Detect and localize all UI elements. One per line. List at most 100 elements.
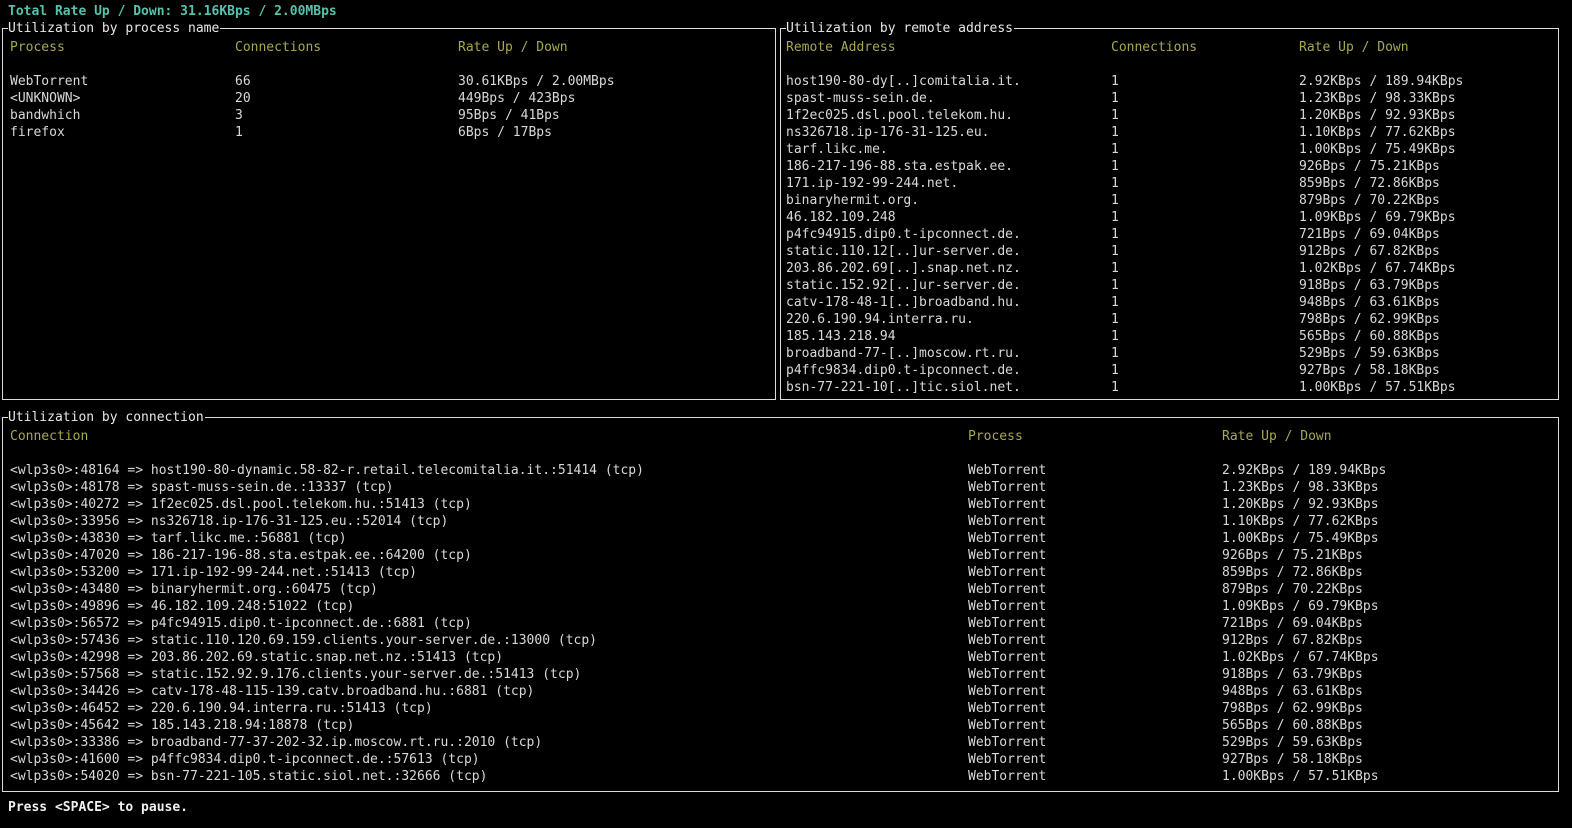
column-header-rate: Rate Up / Down: [458, 40, 568, 55]
cell-connection: <wlp3s0>:48178 => spast-muss-sein.de.:13…: [10, 480, 394, 495]
connection-table-row: <wlp3s0>:57568 => static.152.92.9.176.cl…: [3, 666, 1558, 683]
remote-address-table-row: catv-178-48-1[..]broadband.hu. 1 948Bps …: [781, 294, 1558, 311]
cell-rate-up-down: 721Bps / 69.04KBps: [1222, 616, 1363, 631]
remote-address-table-row: static.152.92[..]ur-server.de. 1 918Bps …: [781, 277, 1558, 294]
cell-rate-up-down: 1.20KBps / 92.93KBps: [1222, 497, 1379, 512]
cell-connections: 20: [235, 91, 251, 106]
cell-connections: 1: [1111, 363, 1119, 378]
cell-connections: 1: [1111, 295, 1119, 310]
connection-table-row: <wlp3s0>:45642 => 185.143.218.94:18878 (…: [3, 717, 1558, 734]
cell-rate-up-down: 721Bps / 69.04KBps: [1299, 227, 1440, 242]
cell-connection: <wlp3s0>:57568 => static.152.92.9.176.cl…: [10, 667, 582, 682]
cell-rate-up-down: 1.10KBps / 77.62KBps: [1299, 125, 1456, 140]
remote-address-table-row: broadband-77-[..]moscow.rt.ru. 1 529Bps …: [781, 345, 1558, 362]
connection-table-header: Connection Process Rate Up / Down: [3, 428, 1558, 445]
cell-connection: <wlp3s0>:54020 => bsn-77-221-105.static.…: [10, 769, 488, 784]
cell-connections: 1: [1111, 329, 1119, 344]
cell-rate-up-down: 1.02KBps / 67.74KBps: [1299, 261, 1456, 276]
process-table: Process Connections Rate Up / Down WebTo…: [3, 29, 775, 141]
remote-address-table-row: 185.143.218.94 1 565Bps / 60.88KBps: [781, 328, 1558, 345]
process-table-row: bandwhich 3 95Bps / 41Bps: [3, 107, 775, 124]
connection-panel: Utilization by connection Connection Pro…: [2, 410, 1559, 792]
cell-rate-up-down: 529Bps / 59.63KBps: [1299, 346, 1440, 361]
cell-process-name: WebTorrent: [968, 514, 1047, 529]
remote-address-table-row: spast-muss-sein.de. 1 1.23KBps / 98.33KB…: [781, 90, 1558, 107]
cell-remote-address: tarf.likc.me.: [786, 142, 888, 157]
cell-process-name: WebTorrent: [968, 531, 1047, 546]
cell-rate-up-down: 565Bps / 60.88KBps: [1299, 329, 1440, 344]
cell-rate-up-down: 2.92KBps / 189.94KBps: [1222, 463, 1387, 478]
total-rate-line: Total Rate Up / Down: 31.16KBps / 2.00MB…: [8, 4, 337, 19]
process-table-row: <UNKNOWN> 20 449Bps / 423Bps: [3, 90, 775, 107]
column-header-rate: Rate Up / Down: [1222, 429, 1332, 444]
cell-rate-up-down: 798Bps / 62.99KBps: [1299, 312, 1440, 327]
spacer-row: [781, 56, 1558, 73]
connection-table-row: <wlp3s0>:40272 => 1f2ec025.dsl.pool.tele…: [3, 496, 1558, 513]
cell-rate-up-down: 879Bps / 70.22KBps: [1222, 582, 1363, 597]
cell-rate-up-down: 859Bps / 72.86KBps: [1299, 176, 1440, 191]
cell-connection: <wlp3s0>:34426 => catv-178-48-115-139.ca…: [10, 684, 535, 699]
cell-connection: <wlp3s0>:42998 => 203.86.202.69.static.s…: [10, 650, 504, 665]
cell-rate-up-down: 918Bps / 63.79KBps: [1299, 278, 1440, 293]
column-header-process: Process: [968, 429, 1023, 444]
cell-remote-address: 186-217-196-88.sta.estpak.ee.: [786, 159, 1013, 174]
cell-rate-up-down: 529Bps / 59.63KBps: [1222, 735, 1363, 750]
cell-connections: 1: [235, 125, 243, 140]
cell-process-name: WebTorrent: [968, 480, 1047, 495]
connection-table-row: <wlp3s0>:47020 => 186-217-196-88.sta.est…: [3, 547, 1558, 564]
connection-table-row: <wlp3s0>:46452 => 220.6.190.94.interra.r…: [3, 700, 1558, 717]
remote-address-table-row: host190-80-dy[..]comitalia.it. 1 2.92KBp…: [781, 73, 1558, 90]
cell-process-name: WebTorrent: [968, 565, 1047, 580]
cell-process-name: WebTorrent: [968, 684, 1047, 699]
remote-address-table-row: static.110.12[..]ur-server.de. 1 912Bps …: [781, 243, 1558, 260]
cell-connections: 1: [1111, 346, 1119, 361]
process-table-header: Process Connections Rate Up / Down: [3, 39, 775, 56]
cell-rate-up-down: 926Bps / 75.21KBps: [1299, 159, 1440, 174]
remote-address-table-header: Remote Address Connections Rate Up / Dow…: [781, 39, 1558, 56]
cell-rate-up-down: 1.23KBps / 98.33KBps: [1299, 91, 1456, 106]
connection-table-row: <wlp3s0>:43830 => tarf.likc.me.:56881 (t…: [3, 530, 1558, 547]
connection-table-row: <wlp3s0>:49896 => 46.182.109.248:51022 (…: [3, 598, 1558, 615]
cell-connections: 1: [1111, 74, 1119, 89]
cell-connection: <wlp3s0>:33386 => broadband-77-37-202-32…: [10, 735, 543, 750]
cell-connection: <wlp3s0>:45642 => 185.143.218.94:18878 (…: [10, 718, 355, 733]
spacer-row: [3, 445, 1558, 462]
connection-table: Connection Process Rate Up / Down <wlp3s…: [3, 418, 1558, 785]
cell-rate-up-down: 1.09KBps / 69.79KBps: [1299, 210, 1456, 225]
cell-remote-address: 220.6.190.94.interra.ru.: [786, 312, 974, 327]
cell-connections: 1: [1111, 227, 1119, 242]
cell-remote-address: 185.143.218.94: [786, 329, 896, 344]
cell-connection: <wlp3s0>:48164 => host190-80-dynamic.58-…: [10, 463, 644, 478]
cell-connection: <wlp3s0>:40272 => 1f2ec025.dsl.pool.tele…: [10, 497, 472, 512]
cell-connections: 1: [1111, 261, 1119, 276]
cell-process-name: WebTorrent: [968, 599, 1047, 614]
cell-rate-up-down: 1.02KBps / 67.74KBps: [1222, 650, 1379, 665]
remote-address-table-row: 46.182.109.248 1 1.09KBps / 69.79KBps: [781, 209, 1558, 226]
cell-process-name: WebTorrent: [968, 497, 1047, 512]
cell-process-name: WebTorrent: [968, 463, 1047, 478]
cell-remote-address: ns326718.ip-176-31-125.eu.: [786, 125, 990, 140]
cell-process-name: WebTorrent: [968, 701, 1047, 716]
cell-rate-up-down: 1.23KBps / 98.33KBps: [1222, 480, 1379, 495]
cell-rate-up-down: 948Bps / 63.61KBps: [1222, 684, 1363, 699]
cell-connection: <wlp3s0>:57436 => static.110.120.69.159.…: [10, 633, 597, 648]
cell-connections: 1: [1111, 193, 1119, 208]
cell-connection: <wlp3s0>:43830 => tarf.likc.me.:56881 (t…: [10, 531, 347, 546]
remote-address-table-row: 171.ip-192-99-244.net. 1 859Bps / 72.86K…: [781, 175, 1558, 192]
remote-address-panel: Utilization by remote address Remote Add…: [780, 21, 1559, 400]
cell-remote-address: 46.182.109.248: [786, 210, 896, 225]
cell-rate-up-down: 918Bps / 63.79KBps: [1222, 667, 1363, 682]
process-panel-title: Utilization by process name: [8, 21, 221, 36]
cell-rate-up-down: 926Bps / 75.21KBps: [1222, 548, 1363, 563]
cell-remote-address: host190-80-dy[..]comitalia.it.: [786, 74, 1021, 89]
remote-address-panel-title: Utilization by remote address: [786, 21, 1014, 36]
cell-rate-up-down: 879Bps / 70.22KBps: [1299, 193, 1440, 208]
connection-table-row: <wlp3s0>:56572 => p4fc94915.dip0.t-ipcon…: [3, 615, 1558, 632]
cell-remote-address: catv-178-48-1[..]broadband.hu.: [786, 295, 1021, 310]
cell-connections: 1: [1111, 380, 1119, 395]
pause-hint: Press <SPACE> to pause.: [8, 800, 189, 815]
cell-process-name: WebTorrent: [968, 548, 1047, 563]
cell-connection: <wlp3s0>:56572 => p4fc94915.dip0.t-ipcon…: [10, 616, 472, 631]
cell-rate-up-down: 859Bps / 72.86KBps: [1222, 565, 1363, 580]
cell-rate-up-down: 798Bps / 62.99KBps: [1222, 701, 1363, 716]
